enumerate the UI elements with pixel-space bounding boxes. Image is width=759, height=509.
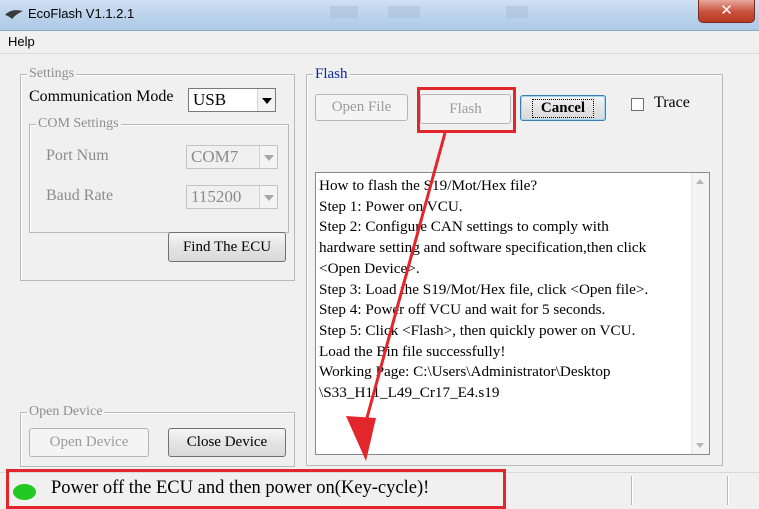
- open-device-button[interactable]: Open Device: [29, 428, 149, 457]
- close-icon: ✕: [720, 2, 733, 19]
- find-ecu-button[interactable]: Find The ECU: [168, 232, 286, 262]
- log-line: \S33_H11_L49_Cr17_E4.s19: [319, 384, 500, 402]
- log-line: hardware setting and software specificat…: [319, 239, 647, 257]
- status-highlight-box: [6, 469, 506, 509]
- scroll-up-icon[interactable]: [696, 179, 704, 184]
- baud-rate-value: 115200: [191, 187, 242, 206]
- window-title: EcoFlash V1.1.2.1: [28, 6, 135, 21]
- flash-highlight-box: [417, 87, 516, 133]
- status-divider: [631, 476, 632, 505]
- trace-label: Trace: [654, 94, 690, 111]
- log-line: Step 5: Click <Flash>, then quickly powe…: [319, 321, 636, 339]
- cancel-button[interactable]: Cancel: [520, 95, 606, 121]
- port-num-value: COM7: [191, 147, 239, 166]
- communication-mode-label: Communication Mode: [29, 88, 174, 105]
- open-file-button[interactable]: Open File: [315, 94, 408, 121]
- scroll-down-icon[interactable]: [696, 443, 704, 448]
- title-bar-background: [388, 6, 420, 18]
- close-device-button[interactable]: Close Device: [168, 428, 286, 457]
- flash-legend: Flash: [313, 65, 350, 83]
- log-line: Step 4: Power off VCU and wait for 5 sec…: [319, 301, 606, 319]
- communication-mode-value: USB: [193, 90, 227, 109]
- open-device-legend: Open Device: [27, 403, 105, 421]
- baud-rate-select[interactable]: 115200: [186, 185, 278, 209]
- trace-checkbox[interactable]: [631, 98, 644, 111]
- log-line: <Open Device>.: [319, 259, 420, 277]
- log-line: Step 2: Configure CAN settings to comply…: [319, 218, 609, 236]
- log-textarea[interactable]: How to flash the S19/Mot/Hex file? Step 1…: [315, 172, 710, 455]
- status-divider: [727, 476, 728, 505]
- chevron-down-icon[interactable]: [259, 186, 277, 208]
- cancel-button-label: Cancel: [531, 98, 595, 118]
- chevron-down-icon[interactable]: [257, 89, 275, 111]
- baud-rate-label: Baud Rate: [46, 187, 114, 204]
- title-bar-background: [506, 6, 528, 18]
- log-line: How to flash the S19/Mot/Hex file?: [319, 177, 538, 194]
- app-logo-icon: [5, 10, 23, 19]
- title-bar: EcoFlash V1.1.2.1 ✕: [0, 0, 759, 31]
- log-line: Working Page: C:\Users\Administrator\Des…: [319, 363, 611, 381]
- log-line: Step 1: Power on VCU.: [319, 197, 463, 215]
- port-num-select[interactable]: COM7: [186, 145, 278, 169]
- log-content: How to flash the S19/Mot/Hex file? Step 1…: [319, 176, 692, 404]
- communication-mode-select[interactable]: USB: [188, 88, 276, 112]
- com-settings-legend: COM Settings: [36, 115, 121, 133]
- com-settings-group: COM Settings: [29, 115, 289, 233]
- log-line: Step 3: Load the S19/Mot/Hex file, click…: [319, 280, 649, 298]
- chevron-down-icon[interactable]: [259, 146, 277, 168]
- menu-bar: Help: [0, 31, 759, 54]
- port-num-label: Port Num: [46, 147, 109, 164]
- settings-legend: Settings: [27, 65, 77, 83]
- close-button[interactable]: ✕: [698, 0, 755, 23]
- menu-help[interactable]: Help: [8, 34, 35, 49]
- title-bar-background: [330, 6, 358, 18]
- log-line: Load the Bin file successfully!: [319, 342, 506, 360]
- log-scrollbar[interactable]: [691, 173, 709, 454]
